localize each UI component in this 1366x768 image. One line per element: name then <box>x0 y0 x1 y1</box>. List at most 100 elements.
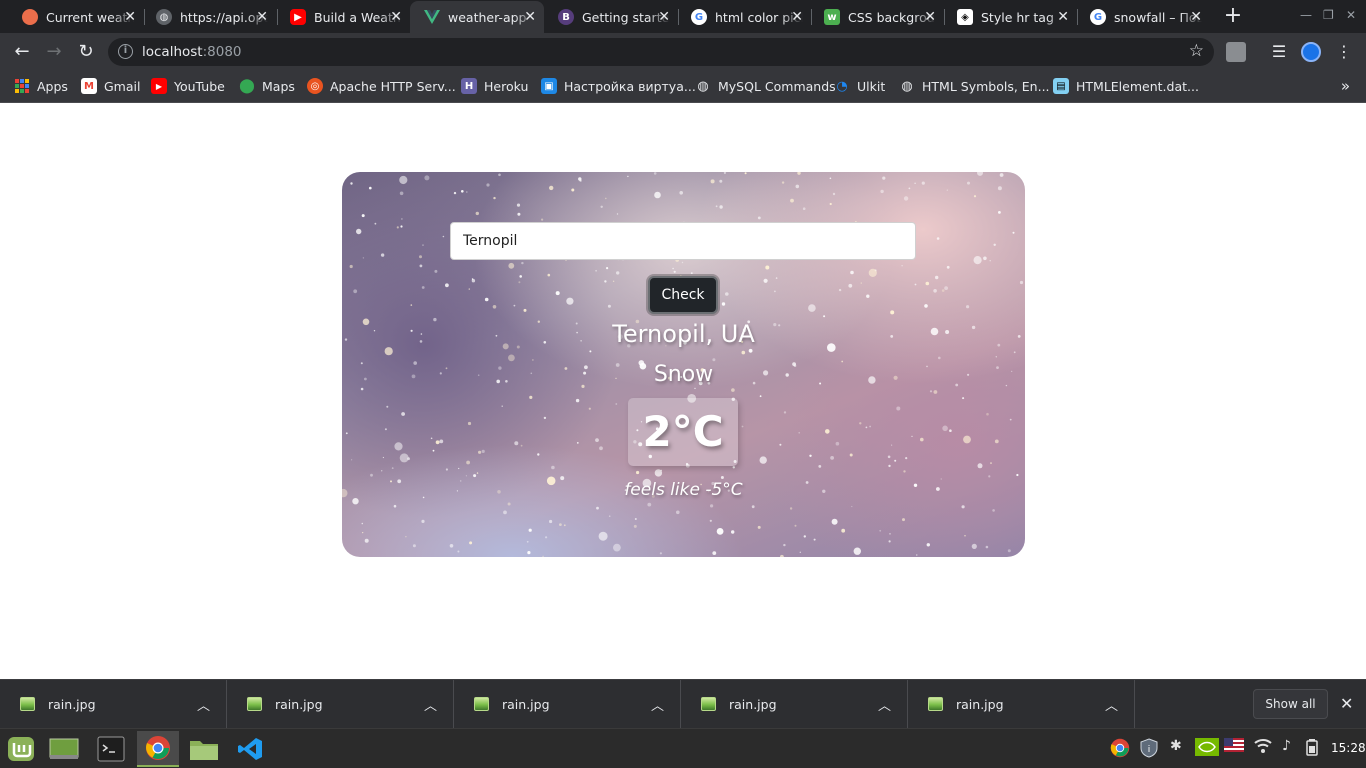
bookmark-uikit[interactable]: ◔ Ulkit <box>834 78 885 94</box>
tab-title: Style hr tag <box>981 9 1054 25</box>
download-filename: rain.jpg <box>48 697 96 712</box>
browser-toolbar: ← → ↻ i localhost:8080 ☆ ☰ ⋮ <box>0 33 1366 71</box>
image-file-icon <box>247 697 262 711</box>
chevron-up-icon[interactable]: ︿ <box>197 695 210 714</box>
bookmark-mysql-commands[interactable]: ◍ MySQL Commands <box>695 78 835 94</box>
nvidia-icon[interactable] <box>1195 738 1219 760</box>
tab-title: CSS background <box>848 9 936 25</box>
tab-youtube-weather-app[interactable]: ▶ Build a Weather App ✕ <box>276 1 410 33</box>
media-queue-icon[interactable]: ☰ <box>1269 42 1289 62</box>
globe-icon: ◍ <box>697 78 709 94</box>
tab-api-openweathermap[interactable]: ◍ https://api.openweathermap.org ✕ <box>142 1 276 33</box>
image-file-icon <box>701 697 716 711</box>
tab-current-weather[interactable]: Current weather ✕ <box>8 1 144 33</box>
vue-icon <box>424 9 440 25</box>
chevron-up-icon[interactable]: ︿ <box>424 695 437 714</box>
chevron-up-icon[interactable]: ︿ <box>651 695 664 714</box>
bookmarks-bar: Apps M Gmail ▶ YouTube ⬤ Maps ◎ Apache HTTP … <box>0 71 1366 103</box>
svg-text:i: i <box>1148 745 1151 755</box>
maps-pin-icon: ⬤ <box>239 78 255 94</box>
chrome-taskbar-icon[interactable] <box>137 731 179 767</box>
wifi-icon[interactable] <box>1254 738 1272 758</box>
city-search-input[interactable] <box>450 222 916 260</box>
bookmark-label: Heroku <box>484 78 529 94</box>
bookmark-label: HTML Symbols, En... <box>922 78 1050 94</box>
close-icon[interactable]: ✕ <box>658 10 670 24</box>
tab-html-color-picker[interactable]: G html color picker ✕ <box>677 1 811 33</box>
bookmark-apps[interactable]: Apps <box>14 78 68 94</box>
new-tab-button[interactable]: + <box>1221 4 1245 28</box>
minimize-icon[interactable]: — <box>1300 8 1312 22</box>
files-folder-icon[interactable] <box>183 731 225 767</box>
close-icon[interactable]: ✕ <box>791 10 803 24</box>
chevron-up-icon[interactable]: ︿ <box>1105 695 1118 714</box>
bookmark-apache[interactable]: ◎ Apache HTTP Serv... <box>307 78 456 94</box>
tab-title: Getting started <box>582 9 670 25</box>
download-item[interactable]: rain.jpg ︿ <box>0 680 227 729</box>
image-file-icon <box>928 697 943 711</box>
close-shelf-icon[interactable]: ✕ <box>1340 694 1353 713</box>
close-icon[interactable]: ✕ <box>524 10 536 24</box>
tab-snowfall-search[interactable]: G snowfall – Пошук Google ✕ <box>1076 1 1210 33</box>
chevron-up-icon[interactable]: ︿ <box>878 695 891 714</box>
download-item[interactable]: rain.jpg ︿ <box>227 680 454 729</box>
weather-card: Check Ternopil, UA Snow 2°C feels like -… <box>342 172 1025 557</box>
feels-like-text: feels like -5°C <box>624 480 743 500</box>
bookmark-page-icon: ▣ <box>541 78 557 94</box>
address-bar[interactable]: i localhost:8080 ☆ <box>108 38 1214 66</box>
tab-weather-app[interactable]: weather-app ✕ <box>410 1 544 33</box>
vscode-icon[interactable] <box>229 731 271 767</box>
terminal-icon[interactable] <box>90 731 132 767</box>
extension-icon[interactable] <box>1226 42 1246 62</box>
restore-icon[interactable]: ❐ <box>1323 8 1334 22</box>
tab-title: Current weather <box>46 9 134 25</box>
bookmark-label: YouTube <box>174 78 225 94</box>
shield-update-icon[interactable]: i <box>1140 738 1158 762</box>
tab-css-background[interactable]: w CSS background ✕ <box>810 1 944 33</box>
bookmark-html-symbols[interactable]: ◍ HTML Symbols, En... <box>899 78 1050 94</box>
show-all-downloads-button[interactable]: Show all <box>1253 689 1328 719</box>
bookmark-heroku[interactable]: H Heroku <box>461 78 528 94</box>
tab-style-hr-tag[interactable]: ◈ Style hr tag ✕ <box>943 1 1077 33</box>
more-bookmarks-icon[interactable]: » <box>1341 77 1350 95</box>
bookmark-youtube[interactable]: ▶ YouTube <box>151 78 225 94</box>
tab-getting-started[interactable]: B Getting started ✕ <box>544 1 678 33</box>
close-window-icon[interactable]: ✕ <box>1346 8 1356 22</box>
chrome-tray-icon[interactable] <box>1110 738 1130 762</box>
location-title: Ternopil, UA <box>612 320 755 348</box>
google-icon: G <box>691 9 707 25</box>
bookmark-gmail[interactable]: M Gmail <box>81 78 140 94</box>
close-icon[interactable]: ✕ <box>1057 10 1069 24</box>
globe-icon: ◍ <box>901 78 913 94</box>
os-taskbar: i ✱ ♪ 15:28 <box>0 728 1366 768</box>
us-flag-keyboard-icon[interactable] <box>1224 738 1244 756</box>
sound-note-icon[interactable]: ♪ <box>1282 738 1291 754</box>
bookmark-star-icon[interactable]: ☆ <box>1189 41 1204 61</box>
close-icon[interactable]: ✕ <box>924 10 936 24</box>
forward-arrow-icon[interactable]: → <box>41 39 67 65</box>
bluetooth-icon[interactable]: ✱ <box>1170 738 1182 754</box>
mint-menu-icon[interactable] <box>0 731 42 767</box>
download-item[interactable]: rain.jpg ︿ <box>454 680 681 729</box>
check-button[interactable]: Check <box>648 276 718 314</box>
download-filename: rain.jpg <box>729 697 777 712</box>
show-desktop-icon[interactable] <box>43 731 85 767</box>
battery-icon[interactable] <box>1305 738 1321 760</box>
reload-icon[interactable]: ↻ <box>73 39 99 65</box>
ubuntu-icon: ◎ <box>307 78 323 94</box>
close-icon[interactable]: ✕ <box>390 10 402 24</box>
back-arrow-icon[interactable]: ← <box>9 39 35 65</box>
bookmark-htmlelement-dataset[interactable]: ▤ HTMLElement.dat... <box>1053 78 1199 94</box>
bookmark-maps[interactable]: ⬤ Maps <box>239 78 295 94</box>
close-icon[interactable]: ✕ <box>124 10 136 24</box>
close-icon[interactable]: ✕ <box>256 10 268 24</box>
menu-kebab-icon[interactable]: ⋮ <box>1334 42 1354 62</box>
download-item[interactable]: rain.jpg ︿ <box>908 680 1135 729</box>
bookmark-virtual-settings[interactable]: ▣ Настройка виртуа... <box>541 78 696 94</box>
bootstrap-vue-icon: B <box>558 9 574 25</box>
gmail-icon: M <box>81 78 97 94</box>
profile-avatar-icon[interactable] <box>1301 42 1321 62</box>
close-icon[interactable]: ✕ <box>1190 10 1202 24</box>
site-info-icon[interactable]: i <box>118 44 133 59</box>
download-item[interactable]: rain.jpg ︿ <box>681 680 908 729</box>
